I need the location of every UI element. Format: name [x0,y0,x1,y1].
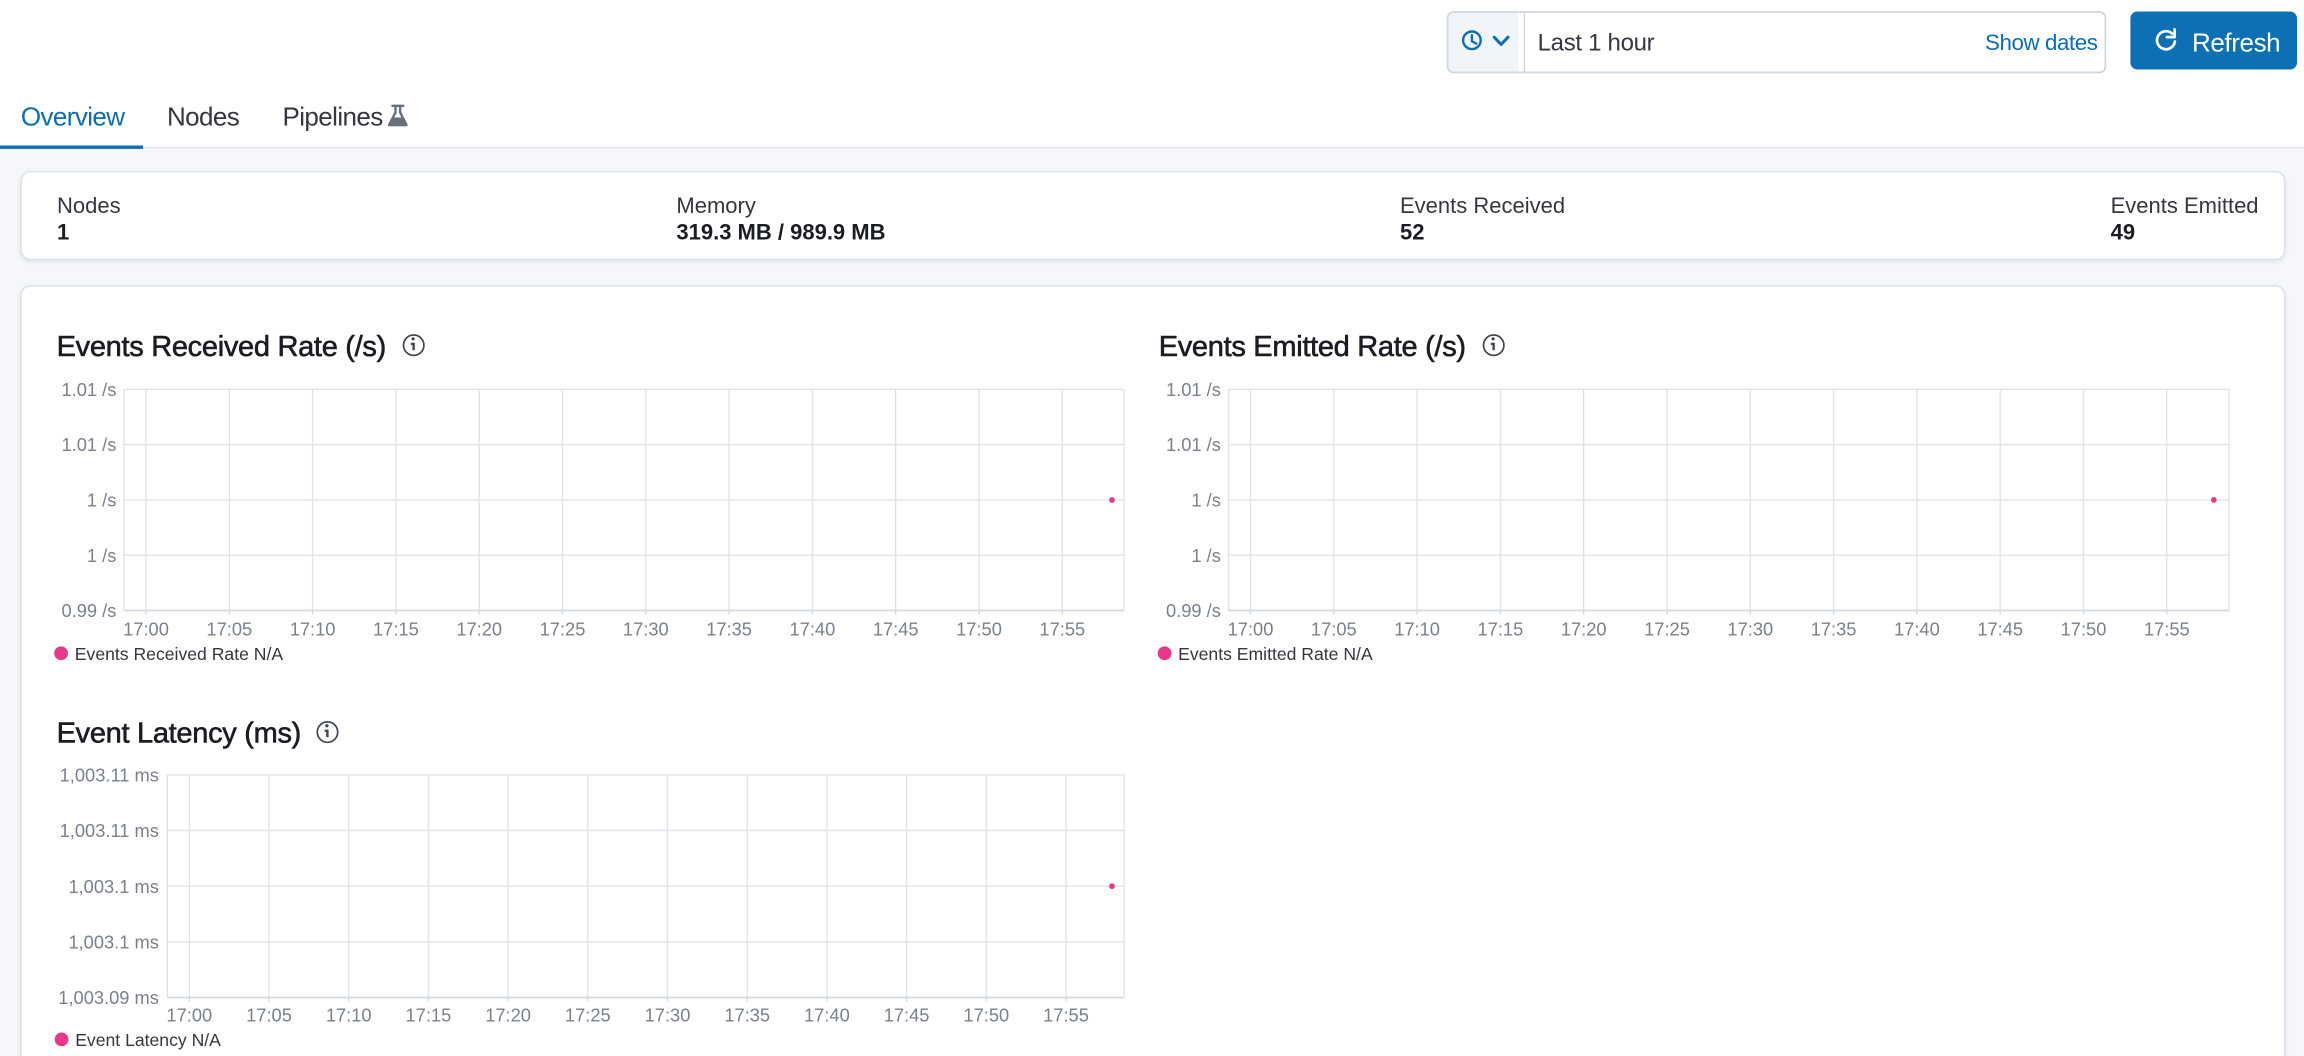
svg-text:17:15: 17:15 [1478,618,1524,639]
svg-text:1.01 /s: 1.01 /s [62,434,117,455]
svg-text:17:25: 17:25 [565,1005,611,1026]
svg-text:1 /s: 1 /s [87,490,116,511]
svg-text:17:15: 17:15 [406,1005,452,1026]
svg-text:17:05: 17:05 [206,618,252,639]
svg-text:Nodes: Nodes [167,101,240,131]
svg-text:Events Received Rate (/s): Events Received Rate (/s) [57,331,386,363]
svg-text:1.01 /s: 1.01 /s [1166,434,1221,455]
svg-text:17:45: 17:45 [873,618,919,639]
svg-text:Event Latency (ms): Event Latency (ms) [57,718,301,750]
svg-text:17:10: 17:10 [290,618,336,639]
svg-text:1,003.11 ms: 1,003.11 ms [60,765,159,786]
svg-text:Events Received: Events Received [1400,193,1565,218]
svg-text:Pipelines: Pipelines [283,101,384,131]
svg-text:17:20: 17:20 [485,1005,531,1026]
svg-text:Nodes: Nodes [57,193,121,218]
svg-text:52: 52 [1400,220,1424,245]
svg-text:17:45: 17:45 [1977,618,2023,639]
svg-text:17:20: 17:20 [1561,618,1607,639]
svg-text:17:55: 17:55 [2144,618,2190,639]
svg-text:17:40: 17:40 [804,1005,850,1026]
svg-text:17:55: 17:55 [1043,1005,1089,1026]
svg-text:17:30: 17:30 [645,1005,691,1026]
svg-text:319.3 MB / 989.9 MB: 319.3 MB / 989.9 MB [676,220,885,245]
svg-text:Events Received Rate N/A: Events Received Rate N/A [75,644,284,664]
svg-text:1: 1 [57,220,69,245]
svg-text:17:05: 17:05 [246,1005,292,1026]
svg-text:0.99 /s: 0.99 /s [1166,600,1221,621]
svg-text:Show dates: Show dates [1985,30,2098,55]
svg-text:1.01 /s: 1.01 /s [1166,379,1221,400]
svg-text:Events Emitted Rate N/A: Events Emitted Rate N/A [1178,644,1373,664]
svg-text:17:50: 17:50 [2061,618,2107,639]
svg-text:Event Latency N/A: Event Latency N/A [75,1030,221,1050]
svg-text:17:00: 17:00 [1228,618,1274,639]
svg-text:17:45: 17:45 [884,1005,930,1026]
svg-text:17:20: 17:20 [456,618,502,639]
svg-text:Refresh: Refresh [2192,27,2280,57]
svg-text:17:40: 17:40 [790,618,836,639]
svg-text:Memory: Memory [676,193,755,218]
svg-text:1 /s: 1 /s [1191,545,1220,566]
svg-text:49: 49 [2111,220,2135,245]
svg-text:Last 1 hour: Last 1 hour [1538,29,1655,56]
svg-text:17:50: 17:50 [956,618,1002,639]
svg-text:Events Emitted Rate (/s): Events Emitted Rate (/s) [1159,331,1466,363]
svg-text:1,003.1 ms: 1,003.1 ms [68,932,158,953]
svg-text:17:10: 17:10 [326,1005,372,1026]
svg-text:1.01 /s: 1.01 /s [62,379,117,400]
svg-text:17:35: 17:35 [706,618,752,639]
svg-text:17:00: 17:00 [166,1005,212,1026]
svg-text:Events Emitted: Events Emitted [2111,193,2259,218]
svg-text:1,003.09 ms: 1,003.09 ms [58,987,159,1008]
svg-text:17:40: 17:40 [1894,618,1940,639]
svg-text:0.99 /s: 0.99 /s [62,600,117,621]
svg-text:17:25: 17:25 [540,618,586,639]
svg-text:17:10: 17:10 [1394,618,1440,639]
svg-text:17:25: 17:25 [1644,618,1690,639]
svg-text:17:30: 17:30 [1727,618,1773,639]
svg-text:17:05: 17:05 [1311,618,1357,639]
svg-text:17:30: 17:30 [623,618,669,639]
svg-text:1 /s: 1 /s [1191,490,1220,511]
svg-text:17:50: 17:50 [963,1005,1009,1026]
svg-text:17:00: 17:00 [123,618,169,639]
svg-text:17:35: 17:35 [1811,618,1857,639]
svg-text:17:15: 17:15 [373,618,419,639]
svg-text:17:35: 17:35 [724,1005,770,1026]
svg-text:1,003.1 ms: 1,003.1 ms [68,876,158,897]
svg-text:1,003.11 ms: 1,003.11 ms [60,820,159,841]
svg-text:Overview: Overview [21,101,125,131]
svg-text:1 /s: 1 /s [87,545,116,566]
svg-text:17:55: 17:55 [1039,618,1085,639]
